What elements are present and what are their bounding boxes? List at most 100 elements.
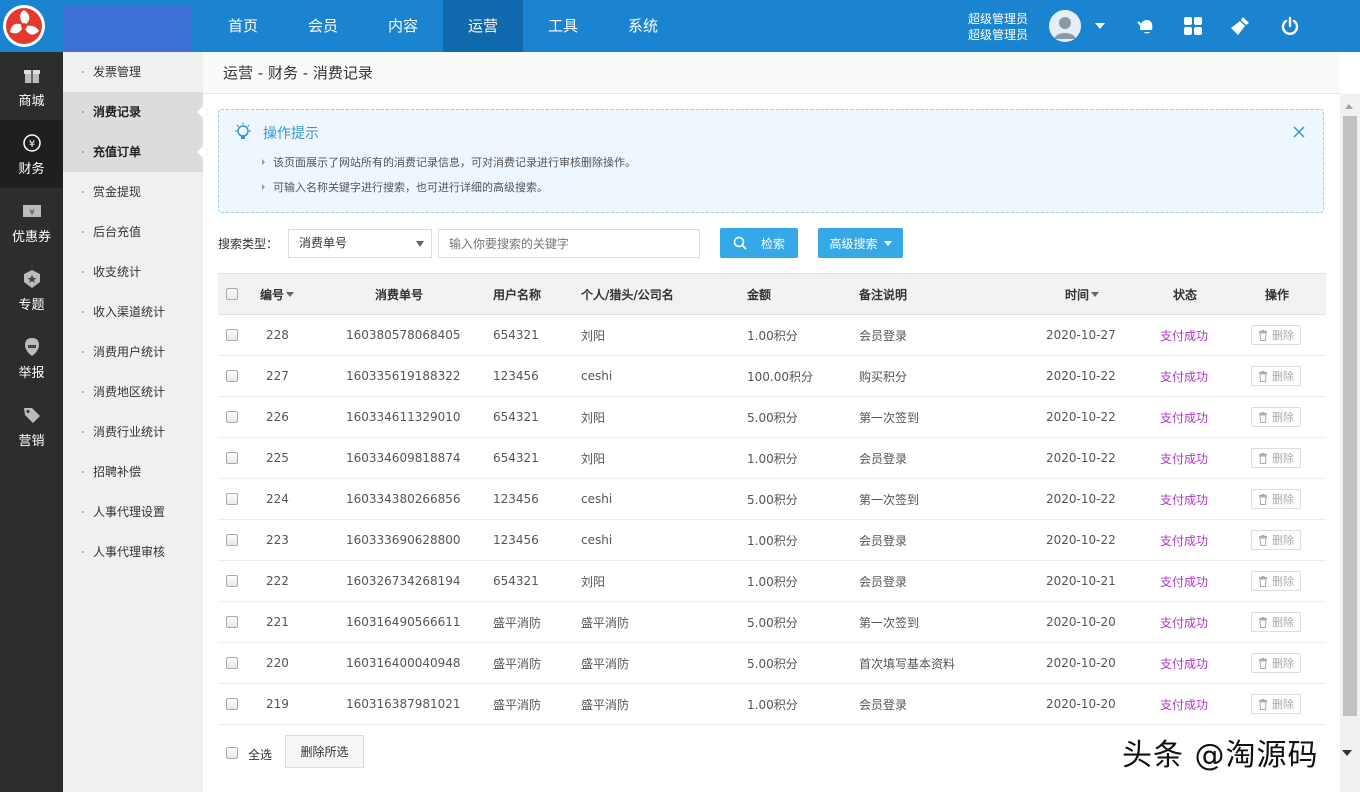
advanced-search-button[interactable]: 高级搜索: [818, 228, 903, 258]
table-body: 228 160380578068405 654321 刘阳 1.00积分 会员登录 2020…: [218, 315, 1326, 725]
user-name: 超级管理员: [968, 28, 1029, 42]
clean-brush-icon[interactable]: [1228, 14, 1252, 38]
sidebar-item-finance[interactable]: ¥ 财务: [0, 120, 63, 188]
submenu-item-agent-settings[interactable]: 人事代理设置: [63, 492, 203, 532]
delete-button[interactable]: 删除: [1251, 653, 1301, 673]
topnav-tools[interactable]: 工具: [523, 0, 603, 52]
submenu-item-invoice[interactable]: 发票管理: [63, 52, 203, 92]
trash-icon: [1258, 575, 1272, 587]
sidebar-item-topic[interactable]: 专题: [0, 256, 63, 324]
search-type-select[interactable]: 消费单号: [288, 229, 432, 258]
row-checkbox[interactable]: [226, 452, 238, 464]
trash-icon: [1258, 698, 1272, 710]
submenu-item-user-stats[interactable]: 消费用户统计: [63, 332, 203, 372]
user-names[interactable]: 超级管理员 超级管理员: [968, 11, 1028, 43]
scroll-up-icon[interactable]: [1345, 104, 1353, 109]
apps-grid-icon[interactable]: [1181, 14, 1205, 38]
submenu-item-region-stats[interactable]: 消费地区统计: [63, 372, 203, 412]
row-checkbox-cell: [226, 315, 238, 355]
search-button[interactable]: 检索: [720, 228, 798, 258]
badge-icon: [23, 268, 41, 290]
scroll-thumb[interactable]: [1343, 116, 1357, 716]
topnav-system[interactable]: 系统: [603, 0, 683, 52]
sub-menu: 发票管理 消费记录 充值订单 赏金提现 后台充值 收支统计 收入渠道统计 消费用…: [63, 52, 204, 792]
submenu-item-channel-stats[interactable]: 收入渠道统计: [63, 292, 203, 332]
status-badge[interactable]: 支付成功: [1160, 696, 1208, 713]
header-id[interactable]: 编号: [260, 274, 295, 314]
status-badge[interactable]: 支付成功: [1160, 655, 1208, 672]
cell-time: 2020-10-22: [1046, 533, 1116, 547]
footer-select-all-checkbox[interactable]: [226, 747, 238, 759]
avatar[interactable]: [1049, 10, 1081, 42]
status-badge[interactable]: 支付成功: [1160, 532, 1208, 549]
status-badge[interactable]: 支付成功: [1160, 327, 1208, 344]
delete-button[interactable]: 删除: [1251, 325, 1301, 345]
table-row: 223 160333690628800 123456 ceshi 1.00积分 会员登录 2…: [218, 520, 1326, 561]
submenu-item-bounty-withdraw[interactable]: 赏金提现: [63, 172, 203, 212]
row-checkbox[interactable]: [226, 657, 238, 669]
cell-amount: 5.00积分: [747, 410, 798, 425]
logo-icon[interactable]: [0, 0, 48, 52]
delete-button[interactable]: 删除: [1251, 489, 1301, 509]
submenu-item-admin-recharge[interactable]: 后台充值: [63, 212, 203, 252]
gift-icon: [23, 64, 41, 86]
row-checkbox[interactable]: [226, 534, 238, 546]
delete-label: 删除: [1272, 698, 1294, 711]
topnav-content[interactable]: 内容: [363, 0, 443, 52]
submenu-item-recruit-comp[interactable]: 招聘补偿: [63, 452, 203, 492]
header-status: 状态: [1173, 287, 1198, 302]
submenu-item-agent-review[interactable]: 人事代理审核: [63, 532, 203, 572]
topnav-home[interactable]: 首页: [203, 0, 283, 52]
row-checkbox[interactable]: [226, 575, 238, 587]
delete-button[interactable]: 删除: [1251, 407, 1301, 427]
row-checkbox[interactable]: [226, 329, 238, 341]
row-checkbox[interactable]: [226, 616, 238, 628]
cell-order-no: 160316387981021: [346, 697, 461, 711]
cell-amount: 1.00积分: [747, 533, 798, 548]
select-all-label[interactable]: 全选: [248, 746, 272, 763]
row-checkbox-cell: [226, 356, 238, 396]
sidebar-item-marketing[interactable]: 营销: [0, 392, 63, 460]
row-checkbox[interactable]: [226, 411, 238, 423]
cell-amount: 100.00积分: [747, 369, 813, 384]
status-badge[interactable]: 支付成功: [1160, 614, 1208, 631]
submenu-item-recharge-orders[interactable]: 充值订单: [63, 132, 204, 172]
cell-org: 盛平消防: [581, 615, 630, 630]
status-badge[interactable]: 支付成功: [1160, 409, 1208, 426]
delete-button[interactable]: 删除: [1251, 612, 1301, 632]
vertical-scrollbar[interactable]: [1340, 94, 1360, 792]
close-icon[interactable]: [1293, 126, 1305, 141]
user-dropdown-caret-icon[interactable]: [1095, 23, 1105, 29]
delete-button[interactable]: 删除: [1251, 366, 1301, 386]
row-checkbox[interactable]: [226, 370, 238, 382]
sidebar-item-report[interactable]: 举报: [0, 324, 63, 392]
row-checkbox[interactable]: [226, 698, 238, 710]
submenu-item-income-stats[interactable]: 收支统计: [63, 252, 203, 292]
topnav-member[interactable]: 会员: [283, 0, 363, 52]
watermark: 头条 @淘源码: [1122, 738, 1319, 773]
delete-button[interactable]: 删除: [1251, 530, 1301, 550]
sidebar-item-coupon[interactable]: ¥ 优惠券: [0, 188, 63, 256]
header-time[interactable]: 时间: [1065, 274, 1100, 314]
cell-note: 会员登录: [859, 533, 908, 548]
power-icon[interactable]: [1278, 14, 1302, 38]
delete-button[interactable]: 删除: [1251, 448, 1301, 468]
row-checkbox[interactable]: [226, 493, 238, 505]
status-badge[interactable]: 支付成功: [1160, 368, 1208, 385]
delete-button[interactable]: 删除: [1251, 694, 1301, 714]
bell-icon[interactable]: [1134, 14, 1158, 38]
sidebar-item-mall[interactable]: 商城: [0, 52, 63, 120]
submenu-item-industry-stats[interactable]: 消费行业统计: [63, 412, 203, 452]
delete-selected-button[interactable]: 删除所选: [285, 735, 364, 768]
status-badge[interactable]: 支付成功: [1160, 491, 1208, 508]
cell-note: 会员登录: [859, 328, 908, 343]
status-badge[interactable]: 支付成功: [1160, 450, 1208, 467]
submenu-item-consumption[interactable]: 消费记录: [63, 92, 204, 132]
select-all-checkbox[interactable]: [226, 288, 238, 300]
status-badge[interactable]: 支付成功: [1160, 573, 1208, 590]
delete-label: 删除: [1272, 534, 1294, 547]
delete-button[interactable]: 删除: [1251, 571, 1301, 591]
trash-icon: [1258, 452, 1272, 464]
topnav-operation[interactable]: 运营: [443, 0, 523, 52]
search-input[interactable]: [438, 229, 700, 258]
